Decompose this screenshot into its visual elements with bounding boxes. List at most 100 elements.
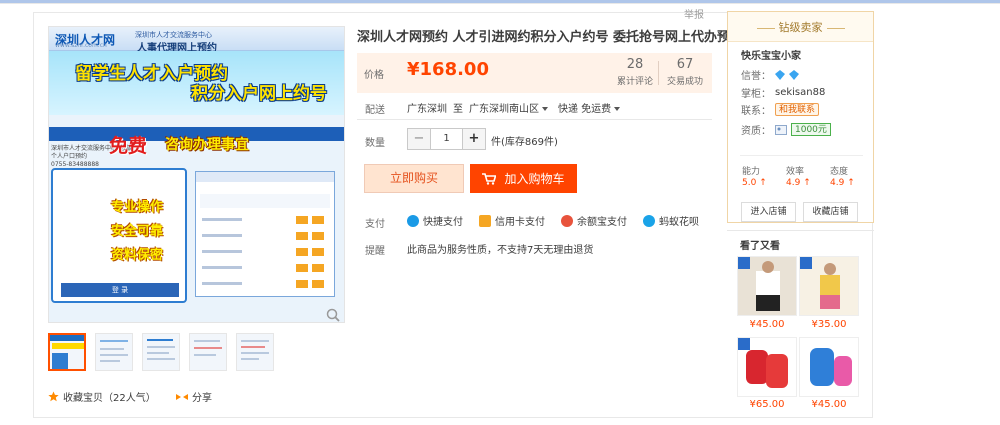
also-viewed-item-4[interactable] (799, 337, 859, 397)
thumbnail-strip (48, 333, 288, 373)
price-label: 价格 (364, 70, 384, 81)
diamond-icon (775, 69, 785, 80)
reviews-label: 累计评论 (616, 77, 653, 87)
ship-fee-selector[interactable]: 快递 免运费 (558, 100, 621, 115)
qualification-row: 资质： 1000元 (741, 122, 831, 137)
favorite-item[interactable]: 收藏宝贝（22人气） (48, 389, 156, 404)
also-viewed-item-2[interactable] (799, 256, 859, 316)
seller-panel: 钻级卖家 快乐宝宝小家 信誉： 掌柜： sekisan88 联系： 和我联系 资… (727, 11, 874, 223)
kids-clothing-image (738, 257, 796, 315)
share-item[interactable]: 分享 (176, 389, 212, 404)
huabei-icon (643, 214, 655, 227)
product-title: 深圳人才网预约 人才引进网约积分入户约号 委托抢号网上代办预约 (357, 30, 744, 45)
reviews-stat[interactable]: 28 累计评论 (609, 57, 661, 87)
arrow-up-icon: ↑ (759, 178, 767, 188)
ship-to-word: 至 (453, 104, 463, 115)
contact-row: 联系： 和我联系 (741, 102, 820, 117)
owner-label: 掌柜： (741, 89, 771, 100)
thumbnail-2[interactable] (95, 333, 133, 371)
ship-from: 广东深圳 (407, 104, 447, 115)
image-list-window (195, 171, 335, 297)
score-label-ability: 能力 (742, 167, 761, 177)
score-label-attitude: 态度 (830, 167, 849, 177)
buy-now-button[interactable]: 立即购买 (364, 164, 464, 193)
score-label-efficiency: 效率 (786, 167, 805, 177)
image-consult-label: 咨询办理事宜 (165, 137, 249, 153)
image-slogan-3: 资料保密 (111, 248, 164, 263)
id-card-icon[interactable] (775, 124, 787, 136)
qualification-label: 资质： (741, 126, 771, 137)
stock-text: 件(库存869件) (491, 137, 558, 148)
quantity-label: 数量 (365, 138, 385, 149)
also-viewed-title: 看了又看 (740, 241, 780, 252)
kids-clothing-image (800, 257, 858, 315)
also-viewed-item-1[interactable] (737, 256, 797, 316)
payment-methods: 快捷支付 信用卡支付 余额宝支付 蚂蚁花呗 (407, 213, 699, 228)
favorite-shop-button[interactable]: 收藏店铺 (803, 202, 858, 222)
quantity-minus-button[interactable]: − (408, 129, 430, 149)
quantity-input[interactable]: 1 (430, 129, 463, 149)
pay-method-balance[interactable]: 余额宝支付 (561, 213, 627, 228)
cart-icon (482, 172, 497, 185)
favorite-label: 收藏宝贝（22人气） (63, 393, 156, 404)
thumbnail-4[interactable] (189, 333, 227, 371)
image-logo-url: www.szhr.com.cn (55, 42, 107, 49)
add-to-cart-button[interactable]: 加入购物车 (470, 164, 577, 193)
ship-to-selector[interactable]: 广东深圳南山区 (469, 100, 548, 115)
owner-name: sekisan88 (775, 87, 826, 98)
arrow-up-icon: ↑ (847, 178, 855, 188)
also-viewed-price-4: ¥45.00 (811, 399, 847, 410)
pay-method-quick[interactable]: 快捷支付 (407, 213, 463, 228)
quantity-plus-button[interactable]: + (463, 129, 485, 149)
zoom-icon[interactable] (326, 308, 340, 322)
image-login-button: 登 录 (61, 283, 179, 297)
star-icon (48, 391, 59, 402)
enter-shop-button[interactable]: 进入店铺 (741, 202, 796, 222)
chevron-down-icon (614, 107, 621, 111)
report-link[interactable]: 举报 (684, 6, 704, 21)
seller-level: 钻级卖家 (728, 19, 873, 35)
thumbnail-5[interactable] (236, 333, 274, 371)
pay-method-label: 快捷支付 (423, 217, 463, 228)
pay-method-label: 余额宝支付 (577, 217, 627, 228)
divider (740, 155, 863, 156)
main-product-image[interactable]: 深圳人才网 www.szhr.com.cn 深圳市人才交流服务中心 人事代理网上… (48, 26, 345, 323)
pay-method-credit[interactable]: 信用卡支付 (479, 213, 545, 228)
reminder-text: 此商品为服务性质，不支持7天无理由退货 (407, 245, 594, 256)
ship-fee: 快递 免运费 (558, 104, 612, 115)
divider (357, 119, 712, 120)
payment-label: 支付 (365, 219, 385, 230)
chevron-down-icon (542, 107, 548, 111)
contact-seller-button[interactable]: 和我联系 (775, 103, 820, 116)
image-list-rows (196, 172, 334, 288)
image-headline-2: 积分入户网上约号 (191, 84, 327, 104)
score-value-attitude: 4.9 ↑ (830, 178, 855, 188)
thumbnail-1[interactable] (48, 333, 86, 371)
also-viewed-item-3[interactable] (737, 337, 797, 397)
ship-to: 广东深圳南山区 (469, 104, 539, 115)
image-slogan-2: 安全可靠 (111, 224, 164, 239)
sales-label: 交易成功 (666, 77, 703, 87)
backpack-image (738, 338, 796, 396)
share-icon (176, 393, 188, 400)
arrow-up-icon: ↑ (803, 178, 811, 188)
thumbnail-3[interactable] (142, 333, 180, 371)
credit-row: 信誉： (741, 67, 799, 82)
image-slogan-1: 专业操作 (111, 200, 164, 215)
pay-method-label: 信用卡支付 (495, 217, 545, 228)
contact-label: 联系： (741, 106, 771, 117)
divider (727, 230, 874, 231)
shop-name[interactable]: 快乐宝宝小家 (741, 47, 801, 62)
also-viewed-price-1: ¥45.00 (749, 319, 785, 330)
share-label: 分享 (192, 393, 212, 404)
top-accent (0, 0, 1000, 3)
owner-row: 掌柜： sekisan88 (741, 85, 825, 100)
deposit-badge[interactable]: 1000元 (791, 123, 831, 136)
image-free-label: 免费 (109, 135, 148, 157)
reviews-count: 28 (626, 57, 644, 72)
pay-method-huabei[interactable]: 蚂蚁花呗 (643, 213, 699, 228)
score-value-efficiency: 4.9 ↑ (786, 178, 811, 188)
seller-header: 钻级卖家 (728, 12, 873, 42)
pay-method-label: 蚂蚁花呗 (659, 217, 699, 228)
credit-card-icon (479, 214, 491, 227)
